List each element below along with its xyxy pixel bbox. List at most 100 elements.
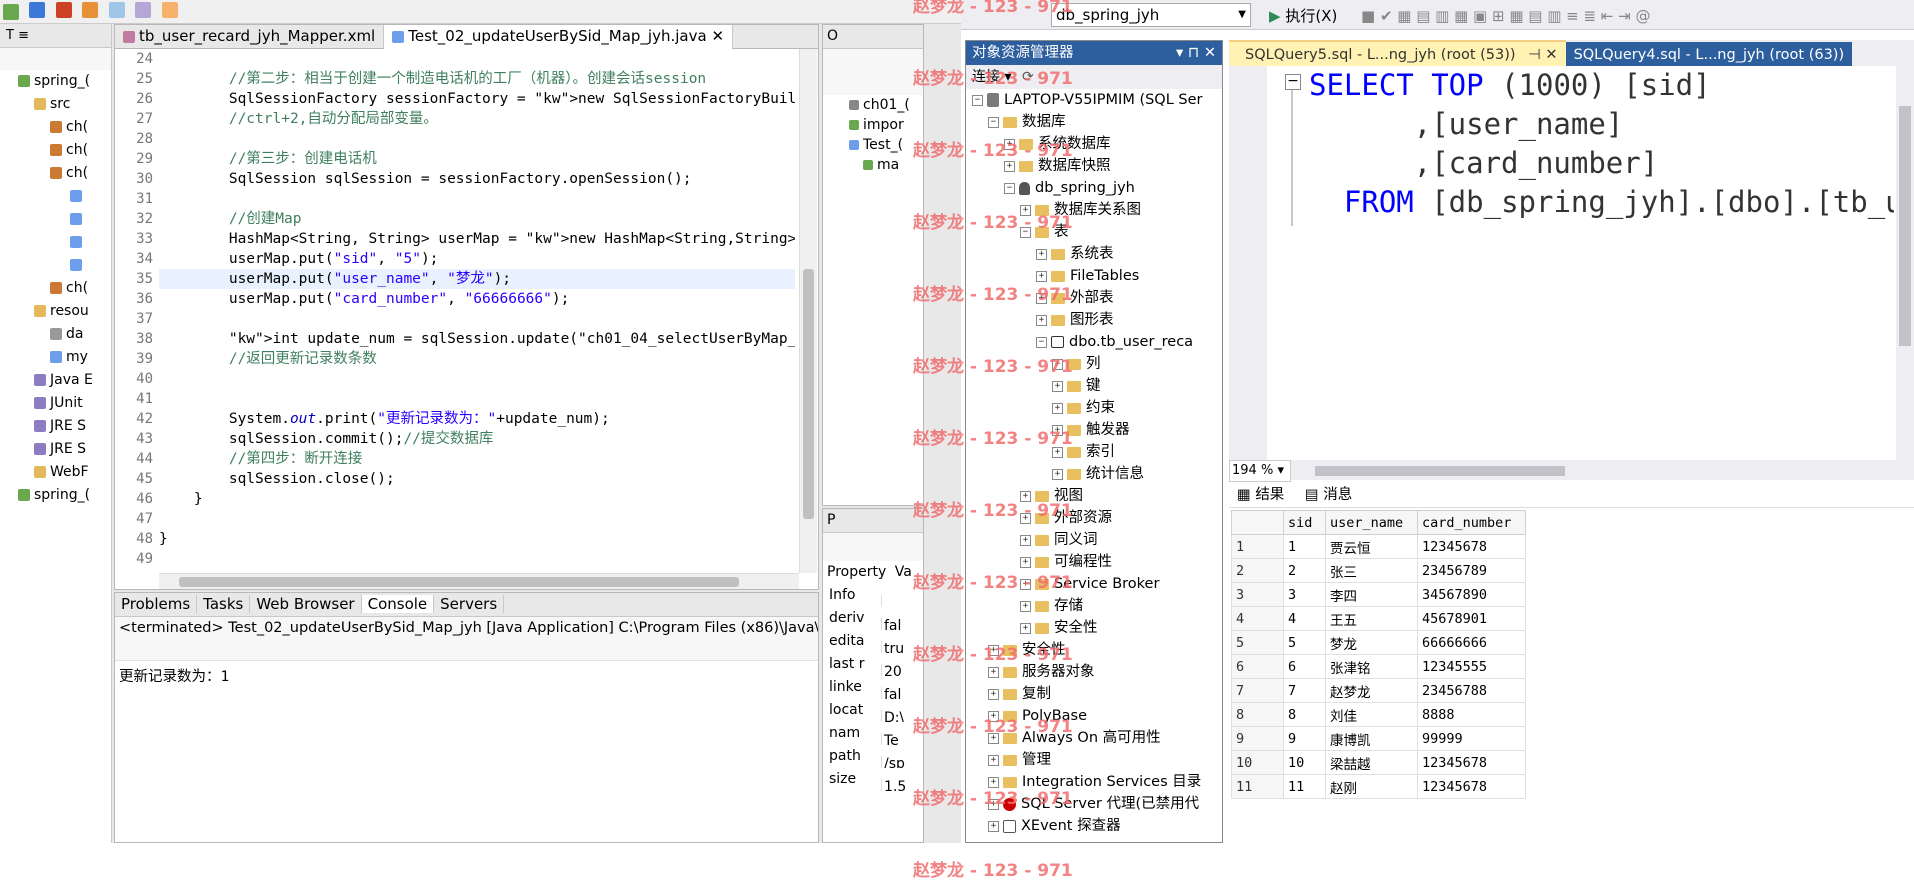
grid-row[interactable]: 10 10 梁喆越 12345678 [1231, 750, 1526, 775]
expand-toggle-icon[interactable]: + [988, 688, 999, 700]
refresh-icon[interactable]: ⟳ [1022, 69, 1034, 85]
grid-cell[interactable]: 3 [1283, 582, 1326, 607]
grid-cell[interactable]: 12345678 [1417, 534, 1526, 559]
expand-toggle-icon[interactable]: − [988, 116, 999, 128]
grid-cell[interactable]: 99999 [1417, 726, 1526, 751]
grid-cell[interactable]: 2 [1283, 558, 1326, 583]
grid-cell[interactable]: 7 [1283, 678, 1326, 703]
expand-toggle-icon[interactable]: + [1052, 380, 1063, 392]
grid-row[interactable]: 1 1 贾云恒 12345678 [1231, 534, 1526, 559]
object-explorer-node[interactable]: + 约束 [966, 397, 1222, 419]
sql-line[interactable]: FROM [db_spring_jyh].[dbo].[tb_use [1309, 183, 1894, 222]
grid-cell[interactable]: 6 [1283, 654, 1326, 679]
object-explorer-node[interactable]: − 数据库 [966, 111, 1222, 133]
expand-toggle-icon[interactable]: + [988, 644, 999, 656]
grid-row[interactable]: 4 4 王五 45678901 [1231, 606, 1526, 631]
connect-button[interactable]: 连接 ▾ [972, 69, 1011, 85]
object-explorer-node[interactable]: + 安全性 [966, 639, 1222, 661]
package-tree-item[interactable]: ch( [0, 139, 111, 162]
expand-toggle-icon[interactable]: − [1036, 336, 1047, 348]
package-tree-item[interactable]: spring_( [0, 70, 111, 93]
object-explorer-node[interactable]: + 系统数据库 [966, 133, 1222, 155]
grid-cell[interactable]: 8 [1231, 702, 1284, 727]
object-explorer-node[interactable]: − db_spring_jyh [966, 177, 1222, 199]
expand-toggle-icon[interactable]: − [972, 94, 983, 106]
expand-toggle-icon[interactable]: + [1004, 138, 1015, 150]
object-explorer-node[interactable]: + 数据库快照 [966, 155, 1222, 177]
property-row[interactable]: nam Te [823, 722, 923, 745]
grid-cell[interactable]: 1 [1283, 534, 1326, 559]
object-explorer-node[interactable]: + 同义词 [966, 529, 1222, 551]
minimized-views-bar[interactable] [926, 24, 961, 843]
object-explorer-node[interactable]: − LAPTOP-V55IPMIM (SQL Ser [966, 89, 1222, 111]
back-icon[interactable] [161, 2, 178, 18]
grid-row[interactable]: 7 7 赵梦龙 23456788 [1231, 678, 1526, 703]
console-output[interactable]: 更新记录数为：1 [115, 661, 818, 690]
object-explorer-node[interactable]: + Integration Services 目录 [966, 771, 1222, 793]
grid-cell[interactable]: 12345555 [1417, 654, 1526, 679]
grid-cell[interactable]: 1 [1231, 534, 1284, 559]
code-line[interactable]: sqlSession.commit();//提交数据库 [159, 429, 795, 449]
grid-cell[interactable]: 4 [1283, 606, 1326, 631]
code-line[interactable]: //第四步：断开连接 [159, 449, 795, 469]
object-explorer-node[interactable]: + 管理 [966, 749, 1222, 771]
code-line[interactable] [159, 509, 795, 529]
grid-cell[interactable]: 5 [1231, 630, 1284, 655]
object-explorer-node[interactable]: + 统计信息 [966, 463, 1222, 485]
sql-line[interactable]: ,[card_number] [1309, 144, 1894, 183]
grid-cell[interactable]: 5 [1283, 630, 1326, 655]
expand-toggle-icon[interactable]: + [1020, 512, 1031, 524]
grid-cell[interactable]: 张三 [1325, 558, 1418, 583]
tab-test-java[interactable]: Test_02_updateUserBySid_Map_jyh.java ✕ [384, 25, 734, 49]
code-line[interactable]: //ctrl+2,自动分配局部变量。 [159, 109, 795, 129]
grid-row[interactable]: 6 6 张津铭 12345555 [1231, 654, 1526, 679]
grid-cell[interactable]: 赵刚 [1325, 774, 1418, 799]
package-tree-item[interactable] [0, 231, 111, 254]
package-tree-item[interactable]: Java E [0, 369, 111, 392]
expand-toggle-icon[interactable]: + [1004, 160, 1015, 172]
code-line[interactable]: userMap.put("card_number", "66666666"); [159, 289, 795, 309]
grid-cell[interactable]: 23456789 [1417, 558, 1526, 583]
grid-cell[interactable]: 9 [1283, 726, 1326, 751]
expand-toggle-icon[interactable]: + [1036, 292, 1047, 304]
grid-cell[interactable]: 张津铭 [1325, 654, 1418, 679]
package-tree-item[interactable] [0, 185, 111, 208]
expand-toggle-icon[interactable]: + [1020, 490, 1031, 502]
expand-toggle-icon[interactable]: + [1020, 534, 1031, 546]
grid-cell[interactable]: 34567890 [1417, 582, 1526, 607]
package-tree-item[interactable]: JRE S [0, 438, 111, 461]
query-vertical-scrollbar[interactable] [1896, 66, 1914, 460]
editor-horizontal-scrollbar[interactable] [159, 573, 799, 589]
tab-problems[interactable]: Problems [115, 595, 198, 613]
code-line[interactable]: SqlSessionFactory sessionFactory = "kw">… [159, 89, 795, 109]
expand-toggle-icon[interactable]: − [1020, 226, 1031, 238]
code-line[interactable]: SqlSession sqlSession = sessionFactory.o… [159, 169, 795, 189]
object-explorer-node[interactable]: + 外部资源 [966, 507, 1222, 529]
grid-cell[interactable]: 梁喆越 [1325, 750, 1418, 775]
expand-toggle-icon[interactable]: + [988, 798, 999, 810]
expand-toggle-icon[interactable]: + [1036, 314, 1047, 326]
grid-cell[interactable]: 王五 [1325, 606, 1418, 631]
grid-cell[interactable]: 3 [1231, 582, 1284, 607]
object-explorer-node[interactable]: + XEvent 探查器 [966, 815, 1222, 837]
outline-tab[interactable]: O [823, 25, 923, 49]
code-line[interactable]: //第三步：创建电话机 [159, 149, 795, 169]
expand-toggle-icon[interactable]: + [1052, 446, 1063, 458]
expand-toggle-icon[interactable]: + [1036, 270, 1047, 282]
object-explorer-node[interactable]: + PolyBase [966, 705, 1222, 727]
tab-servers[interactable]: Servers [434, 595, 505, 613]
debug-icon[interactable] [29, 2, 46, 18]
external-tools-icon[interactable] [55, 2, 72, 18]
grid-cell[interactable]: 10 [1283, 750, 1326, 775]
tab-console[interactable]: Console [361, 595, 435, 613]
object-explorer-node[interactable]: + 触发器 [966, 419, 1222, 441]
outline-item[interactable]: ch01_( [849, 95, 923, 115]
object-explorer-node[interactable]: + 视图 [966, 485, 1222, 507]
tab-web-browser[interactable]: Web Browser [250, 595, 362, 613]
outline-item[interactable]: impor [849, 115, 923, 135]
expand-toggle-icon[interactable]: + [988, 776, 999, 788]
code-area[interactable]: //第二步：相当于创建一个制造电话机的工厂（机器）。创建会话session Sq… [159, 49, 795, 573]
code-line[interactable] [159, 369, 795, 389]
run-icon[interactable] [3, 4, 19, 20]
expand-toggle-icon[interactable]: + [1020, 600, 1031, 612]
